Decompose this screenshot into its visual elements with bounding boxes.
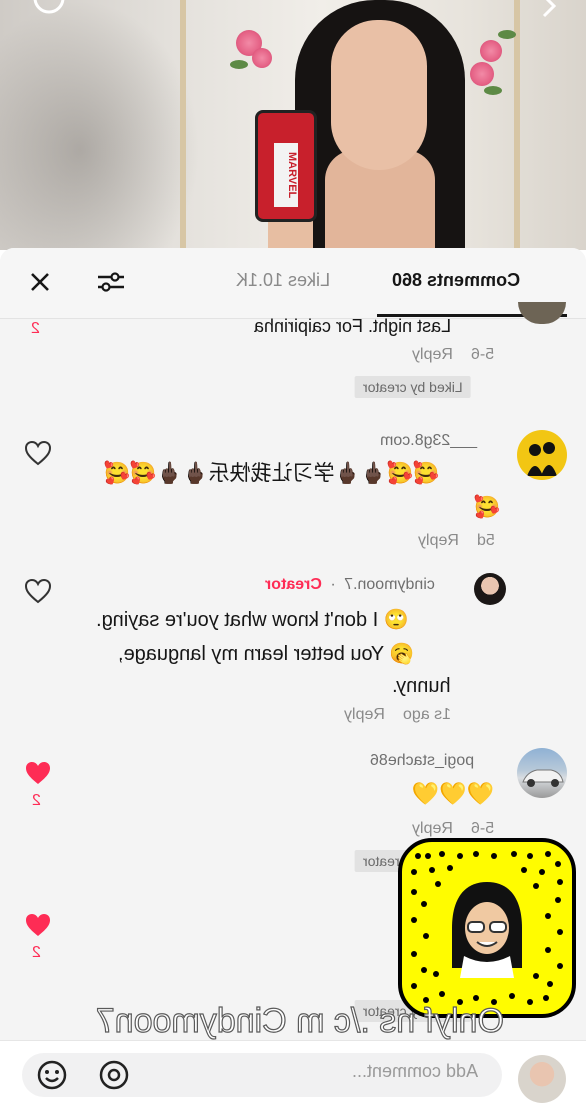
- rose-decoration: [252, 48, 272, 68]
- filter-sliders-icon[interactable]: [94, 266, 128, 298]
- mention-icon[interactable]: [98, 1059, 130, 1096]
- rose-decoration: [470, 62, 494, 86]
- search-icon[interactable]: [30, 0, 68, 30]
- leaf-decoration: [484, 86, 502, 95]
- comments-header: Likes 10.1K Comments 860: [0, 248, 586, 319]
- wall-shadow: [0, 0, 200, 250]
- comment-username: cindymoon.7 · Creator: [265, 576, 435, 594]
- reply-button[interactable]: Reply: [412, 346, 453, 364]
- avatar[interactable]: [474, 573, 506, 605]
- comment-text: 🥱 You better learn my language,: [118, 643, 415, 665]
- tab-likes[interactable]: Likes 10.1K: [236, 270, 330, 291]
- avatar[interactable]: [518, 302, 566, 324]
- video-background: MARVEL: [0, 0, 586, 250]
- reply-button[interactable]: Reply: [412, 820, 453, 838]
- my-avatar[interactable]: [518, 1055, 566, 1103]
- comment-text: Last night. For caipirinha: [254, 316, 452, 336]
- phone-case-logo: MARVEL: [274, 143, 298, 207]
- reply-button[interactable]: Reply: [344, 706, 385, 724]
- comment-text: hunny.: [392, 675, 451, 697]
- tab-comments[interactable]: Comments 860: [392, 270, 520, 291]
- like-count: 2: [32, 792, 41, 809]
- comment-text: 🥰🥰🖕🏿🖕🏿学习让我快乐🖕🏿🖕🏿🥰🥰: [104, 462, 440, 485]
- separator-dot: ·: [330, 576, 336, 593]
- avatar[interactable]: [517, 748, 567, 798]
- comment-username[interactable]: ___23g8.com: [380, 432, 477, 450]
- comment-username[interactable]: pogi_stache86: [370, 752, 474, 770]
- comment-time: 5-6: [471, 346, 495, 363]
- phone-in-hand: MARVEL: [255, 110, 317, 222]
- comment-time: 5-6: [471, 820, 495, 837]
- like-heart-icon[interactable]: [24, 578, 52, 609]
- creator-badge: Creator: [265, 576, 322, 593]
- leaf-decoration: [230, 60, 248, 69]
- person: [295, 0, 465, 250]
- comment-input[interactable]: Add comment...: [22, 1053, 502, 1097]
- promo-overlay-text: Onlyf ns ./c m Cindymoon7: [95, 1001, 504, 1040]
- comment-text: 💛💛💛: [412, 781, 495, 806]
- like-count: 2: [31, 320, 40, 337]
- like-heart-icon[interactable]: [24, 440, 52, 471]
- comment-username-text[interactable]: cindymoon.7: [344, 576, 435, 593]
- comment-meta: Reply 5d: [418, 532, 495, 550]
- emoji-icon[interactable]: [36, 1059, 68, 1096]
- face: [331, 20, 427, 170]
- comment-time: 1s ago: [403, 706, 452, 723]
- comment-input-bar: Add comment...: [0, 1040, 586, 1103]
- comment-meta: Reply 1s ago: [344, 706, 451, 724]
- liked-heart-icon[interactable]: [24, 912, 52, 943]
- close-icon[interactable]: [24, 266, 56, 298]
- comment-text: 🥰: [474, 496, 501, 519]
- leaf-decoration: [498, 30, 516, 39]
- comment-meta: Reply 5-6: [412, 346, 494, 364]
- liked-heart-icon[interactable]: [24, 760, 52, 791]
- bitmoji-avatar: [442, 878, 532, 978]
- comment-time: 5d: [477, 532, 496, 549]
- chevron-right-icon[interactable]: [538, 0, 562, 30]
- snapcode-overlay: [398, 838, 576, 1018]
- like-count: 2: [32, 944, 41, 961]
- reply-button[interactable]: Reply: [418, 532, 459, 550]
- comment-meta: Reply 5-6: [412, 820, 494, 838]
- rose-decoration: [480, 40, 502, 62]
- liked-by-creator-badge: Liked by creator: [355, 376, 471, 398]
- comment-text: 🙄 I don't know what you're saying.: [96, 609, 409, 631]
- avatar[interactable]: [517, 430, 567, 480]
